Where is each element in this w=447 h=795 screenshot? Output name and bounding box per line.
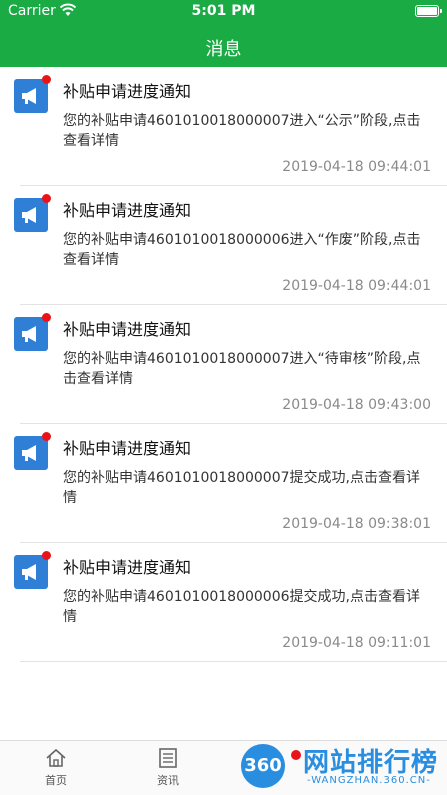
unread-dot xyxy=(42,313,51,322)
message-title: 补贴申请进度通知 xyxy=(63,320,192,339)
status-time: 5:01 PM xyxy=(191,3,256,19)
watermark-subtext: -WANGZHAN.360.CN- xyxy=(307,775,431,786)
watermark-text: 网站排行榜 xyxy=(303,748,439,778)
message-body: 您的补贴申请4601010018000007进入“公示”阶段,点击查看详情 xyxy=(63,113,421,149)
message-item[interactable]: 补贴申请进度通知 您的补贴申请4601010018000007进入“公示”阶段,… xyxy=(0,67,447,186)
unread-dot xyxy=(42,551,51,560)
watermark-dot xyxy=(291,750,301,760)
watermark: 360 网站排行榜 -WANGZHAN.360.CN- xyxy=(235,740,447,795)
message-title: 补贴申请进度通知 xyxy=(63,439,192,458)
watermark-logo: 360 xyxy=(241,744,285,788)
page-title: 消息 xyxy=(205,39,242,60)
news-icon xyxy=(159,748,177,768)
message-list: 补贴申请进度通知 您的补贴申请4601010018000007进入“公示”阶段,… xyxy=(0,67,447,662)
tab-news[interactable]: 资讯 xyxy=(138,747,198,788)
message-title: 补贴申请进度通知 xyxy=(63,82,192,101)
message-item[interactable]: 补贴申请进度通知 您的补贴申请4601010018000007提交成功,点击查看… xyxy=(0,424,447,543)
message-time: 2019-04-18 09:43:00 xyxy=(282,397,431,413)
message-item[interactable]: 补贴申请进度通知 您的补贴申请4601010018000006进入“作废”阶段,… xyxy=(0,186,447,305)
message-time: 2019-04-18 09:38:01 xyxy=(282,516,431,532)
megaphone-icon xyxy=(14,79,48,113)
message-time: 2019-04-18 09:11:01 xyxy=(282,635,431,651)
message-item[interactable]: 补贴申请进度通知 您的补贴申请4601010018000006提交成功,点击查看… xyxy=(0,543,447,662)
message-body: 您的补贴申请4601010018000007进入“待审核”阶段,点击查看详情 xyxy=(63,351,421,387)
home-icon xyxy=(46,748,66,767)
message-title: 补贴申请进度通知 xyxy=(63,201,192,220)
megaphone-icon xyxy=(14,198,48,232)
message-body: 您的补贴申请4601010018000006提交成功,点击查看详情 xyxy=(63,589,420,625)
unread-dot xyxy=(42,75,51,84)
message-time: 2019-04-18 09:44:01 xyxy=(282,278,431,294)
message-title: 补贴申请进度通知 xyxy=(63,558,192,577)
message-time: 2019-04-18 09:44:01 xyxy=(282,159,431,175)
tab-home-label: 首页 xyxy=(45,774,67,787)
megaphone-icon xyxy=(14,317,48,351)
top-bar: Carrier 5:01 PM 消息 xyxy=(0,0,447,67)
battery-icon xyxy=(415,5,442,17)
unread-dot xyxy=(42,432,51,441)
megaphone-icon xyxy=(14,436,48,470)
tab-home[interactable]: 首页 xyxy=(26,747,86,788)
status-bar: Carrier 5:01 PM xyxy=(0,0,447,22)
tab-news-label: 资讯 xyxy=(157,774,179,787)
message-item[interactable]: 补贴申请进度通知 您的补贴申请4601010018000007进入“待审核”阶段… xyxy=(0,305,447,424)
divider xyxy=(20,661,447,662)
message-body: 您的补贴申请4601010018000006进入“作废”阶段,点击查看详情 xyxy=(63,232,421,268)
message-body: 您的补贴申请4601010018000007提交成功,点击查看详情 xyxy=(63,470,420,506)
unread-dot xyxy=(42,194,51,203)
megaphone-icon xyxy=(14,555,48,589)
